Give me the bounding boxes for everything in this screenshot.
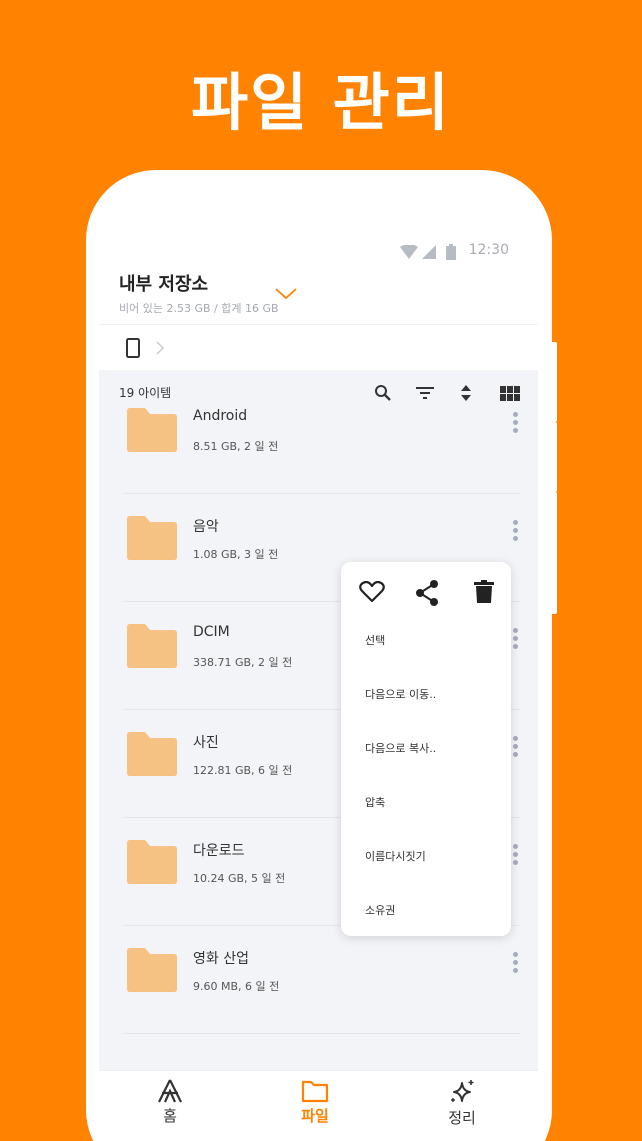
file-meta: 338.71 GB, 2 일 전 [193, 656, 293, 669]
wifi-icon [400, 245, 418, 259]
more-options-icon[interactable] [510, 520, 520, 542]
file-meta: 122.81 GB, 6 일 전 [193, 764, 293, 777]
folder-icon [127, 732, 177, 776]
status-time: 12:30 [468, 242, 509, 258]
menu-item[interactable]: 이름다시짓기 [365, 848, 426, 864]
nav-clean-label: 정리 [448, 1109, 476, 1127]
more-options-icon[interactable] [510, 736, 520, 758]
file-name: 음악 [193, 519, 219, 535]
folder-icon [127, 948, 177, 992]
nav-home[interactable]: 홈 [130, 1079, 210, 1126]
file-name: Android [193, 408, 248, 424]
menu-item[interactable]: 소유권 [365, 902, 395, 918]
nav-files[interactable]: 파일 [275, 1079, 355, 1126]
nav-files-label: 파일 [301, 1107, 329, 1125]
status-bar: 12:30 [99, 238, 538, 266]
more-options-icon[interactable] [510, 628, 520, 650]
phone-icon[interactable] [126, 338, 140, 358]
share-icon[interactable] [415, 580, 439, 606]
bottom-nav: 홈 파일 정리 [99, 1070, 538, 1141]
file-meta: 8.51 GB, 2 일 전 [193, 440, 279, 453]
file-name: 사진 [193, 735, 219, 751]
storage-subtitle: 비어 있는 2.53 GB / 합계 16 GB [119, 302, 279, 315]
chevron-right-icon [156, 341, 164, 355]
menu-item[interactable]: 다음으로 복사.. [365, 740, 436, 756]
nav-clean[interactable]: 정리 [422, 1079, 502, 1128]
more-options-icon[interactable] [510, 844, 520, 866]
more-options-icon[interactable] [510, 952, 520, 974]
delete-trash-icon[interactable] [474, 580, 494, 604]
menu-item[interactable]: 다음으로 이동.. [365, 686, 436, 702]
folder-icon [127, 516, 177, 560]
list-item[interactable]: 영화 산업 9.60 MB, 6 일 전 [99, 926, 538, 1034]
folder-icon [127, 624, 177, 668]
folder-outline-icon [301, 1080, 329, 1103]
favorite-heart-icon[interactable] [359, 581, 385, 603]
home-app-icon [158, 1079, 182, 1103]
file-name: DCIM [193, 624, 230, 640]
file-name: 다운로드 [193, 843, 245, 859]
menu-item[interactable]: 선택 [365, 632, 385, 648]
folder-icon [127, 840, 177, 884]
menu-item[interactable]: 압축 [365, 794, 385, 810]
folder-icon [127, 408, 177, 452]
file-name: 영화 산업 [193, 951, 249, 967]
breadcrumb [99, 324, 538, 370]
battery-icon [446, 244, 456, 260]
more-options-icon[interactable] [510, 412, 520, 434]
phone-side-button [551, 422, 557, 492]
file-meta: 9.60 MB, 6 일 전 [193, 980, 280, 993]
divider [123, 1033, 520, 1034]
file-meta: 10.24 GB, 5 일 전 [193, 872, 286, 885]
signal-icon [422, 245, 436, 259]
storage-title: 내부 저장소 [119, 274, 209, 295]
context-menu: 선택다음으로 이동.. 다음으로 복사.. 압축이름다시짓기소유권 [341, 562, 511, 936]
storage-selector[interactable]: 내부 저장소 비어 있는 2.53 GB / 합계 16 GB [119, 270, 279, 316]
sparkle-icon [451, 1080, 474, 1102]
promo-title: 파일 관리 [191, 66, 451, 139]
chevron-down-icon[interactable] [275, 288, 297, 300]
nav-home-label: 홈 [163, 1107, 177, 1125]
phone-side-button [551, 492, 557, 614]
list-item[interactable]: Android 8.51 GB, 2 일 전 [99, 386, 538, 494]
file-meta: 1.08 GB, 3 일 전 [193, 548, 279, 561]
phone-side-button [551, 342, 557, 422]
